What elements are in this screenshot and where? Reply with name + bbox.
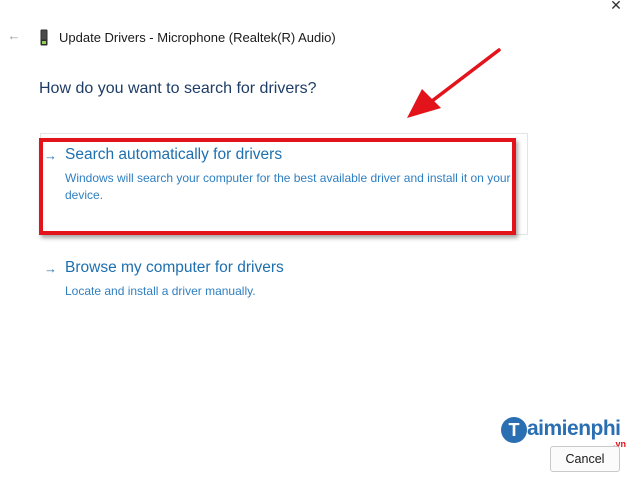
arrow-right-icon: → (44, 261, 57, 276)
option-description: Locate and install a driver manually. (65, 284, 256, 298)
option-description: Windows will search your computer for th… (65, 171, 511, 202)
update-drivers-window: ✕ ← Update Drivers - Microphone (Realtek… (0, 0, 630, 478)
watermark-text: aimienphi (527, 417, 621, 440)
close-icon[interactable]: ✕ (604, 0, 628, 14)
cancel-button[interactable]: Cancel (550, 446, 620, 472)
page-heading: How do you want to search for drivers? (39, 80, 317, 97)
arrow-right-icon: → (44, 148, 57, 163)
back-arrow-icon[interactable]: ← (6, 28, 22, 44)
option-title[interactable]: Browse my computer for drivers (65, 259, 284, 277)
option-title[interactable]: Search automatically for drivers (65, 146, 282, 164)
watermark-initial: T (501, 417, 527, 443)
microphone-device-icon (40, 29, 48, 46)
red-pointer-arrow-icon (407, 48, 501, 118)
window-title: Update Drivers - Microphone (Realtek(R) … (59, 30, 336, 45)
